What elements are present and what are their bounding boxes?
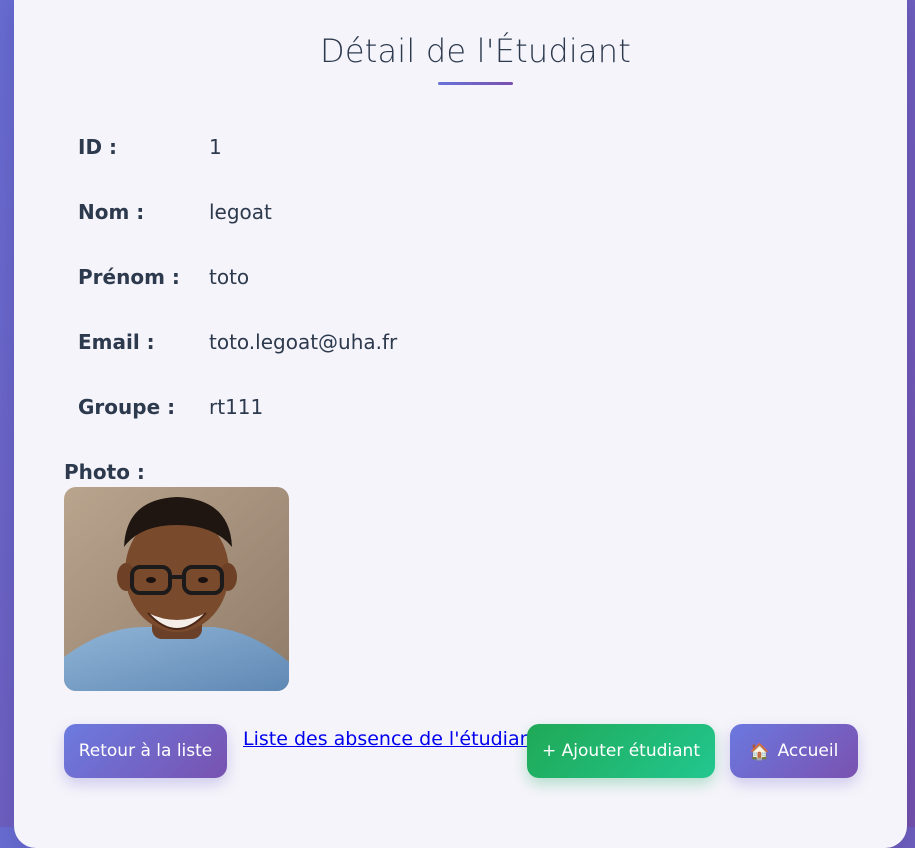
student-photo (64, 487, 289, 691)
field-value-nom: legoat (209, 200, 272, 224)
add-student-button[interactable]: + Ajouter étudiant (527, 724, 715, 778)
detail-card: Détail de l'Étudiant ID : 1 Nom : legoat… (14, 0, 907, 848)
page-title: Détail de l'Étudiant (320, 32, 631, 70)
back-to-list-button[interactable]: Retour à la liste (64, 724, 227, 778)
absences-link[interactable]: Liste des absence de l'étudiant (243, 728, 539, 750)
home-button[interactable]: 🏠 Accueil (730, 724, 858, 778)
field-label-groupe: Groupe : (78, 395, 176, 419)
field-value-prenom: toto (209, 265, 250, 289)
photo-label: Photo : (64, 460, 145, 484)
home-button-label: Accueil (777, 741, 839, 761)
field-label-email: Email : (78, 330, 155, 354)
title-underline (438, 82, 513, 85)
field-value-id: 1 (209, 135, 222, 159)
house-icon: 🏠 (749, 741, 770, 761)
field-label-id: ID : (78, 135, 118, 159)
field-value-email: toto.legoat@uha.fr (209, 330, 398, 354)
field-label-prenom: Prénom : (78, 265, 180, 289)
field-value-groupe: rt111 (209, 395, 264, 419)
field-label-nom: Nom : (78, 200, 145, 224)
